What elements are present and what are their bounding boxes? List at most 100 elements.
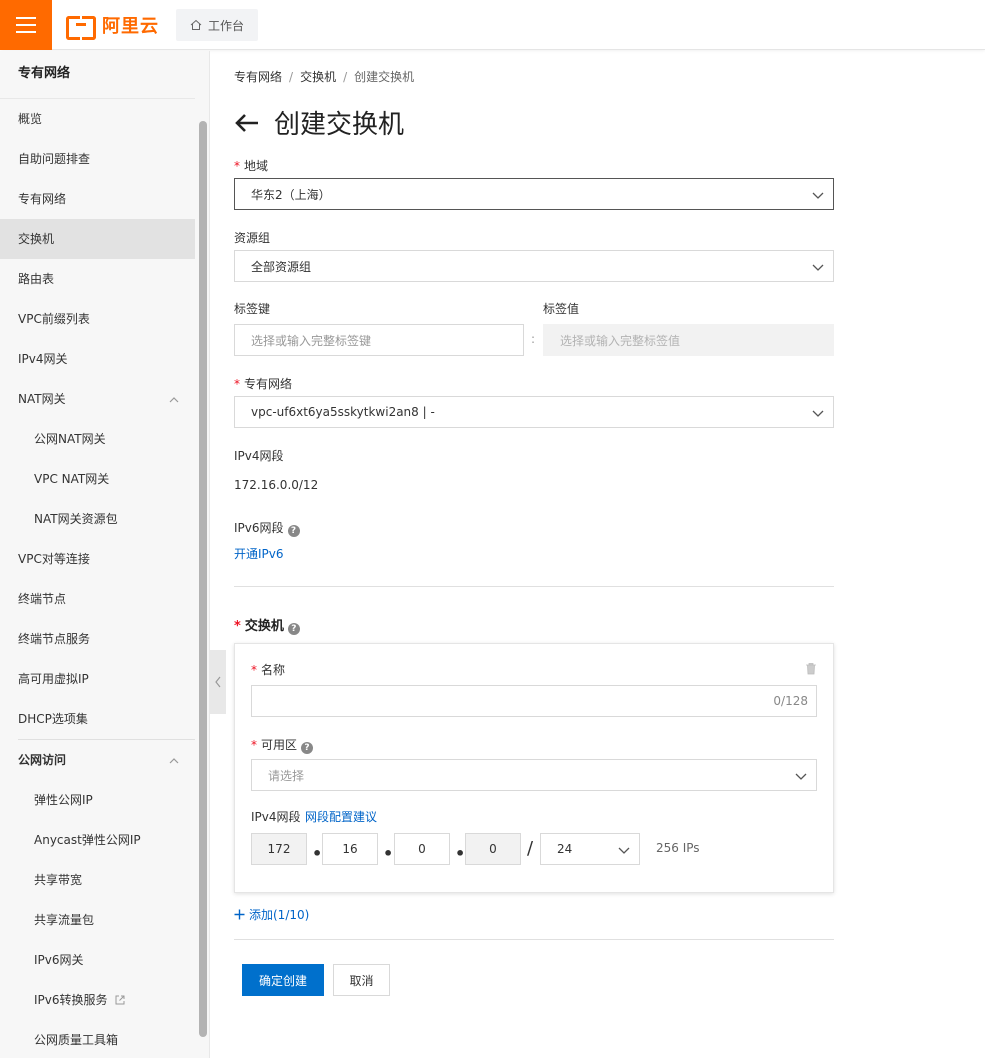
chevron-down-icon [618,847,630,854]
external-link-icon [115,995,125,1005]
workbench-label: 工作台 [207,18,244,33]
ip-octet-1: 172 [251,833,307,865]
ipv4-cidr-label: IPv4网段 [234,449,284,463]
sidebar-collapse-toggle[interactable] [210,650,226,714]
zone-select[interactable]: 请选择 [251,759,817,791]
home-icon [190,19,202,30]
vswitch-ipv4-label: IPv4网段 [251,810,301,824]
ip-octet-3-input[interactable]: 0 [394,833,450,865]
sidebar-item-nat-package[interactable]: NAT网关资源包 [0,499,195,539]
ip-count: 256 IPs [656,841,700,855]
trash-icon[interactable] [805,662,817,675]
sidebar-group-public-access[interactable]: 公网访问 [0,740,195,780]
zone-placeholder: 请选择 [268,768,305,783]
tag-key-label: 标签键 [234,302,271,316]
chevron-down-icon [812,410,824,417]
section-divider [234,586,834,587]
help-icon[interactable]: ? [287,623,300,635]
sidebar-item-ipv4-gateway[interactable]: IPv4网关 [0,339,195,379]
cidr-suggestion-link[interactable]: 网段配置建议 [305,808,377,825]
chevron-down-icon [812,192,824,199]
sidebar-item-overview[interactable]: 概览 [0,99,195,139]
sidebar-item-troubleshoot[interactable]: 自助问题排查 [0,139,195,179]
sidebar-title: 专有网络 [0,51,195,99]
sidebar-item-data-transfer-plan[interactable]: 共享流量包 [0,900,195,940]
sidebar: 专有网络 概览 自助问题排查 专有网络 交换机 路由表 VPC前缀列表 IPv4… [0,51,210,1058]
sidebar-item-public-nat[interactable]: 公网NAT网关 [0,419,195,459]
sidebar-item-vpc[interactable]: 专有网络 [0,179,195,219]
ip-dot: • [455,844,466,863]
sidebar-item-ipv6-translation[interactable]: IPv6转换服务 [0,980,195,1020]
add-vswitch-label: 添加(1/10) [249,908,310,922]
ip-octet-2-input[interactable]: 16 [322,833,378,865]
resource-group-label: 资源组 [234,231,271,245]
sidebar-item-label: IPv6转换服务 [34,993,108,1007]
sidebar-item-vswitch[interactable]: 交换机 [0,219,195,259]
ip-dot: • [383,844,394,863]
ipv4-cidr-value: 172.16.0.0/12 [234,478,319,492]
tag-key-input[interactable]: 选择或输入完整标签键 [234,324,524,356]
sidebar-item-ipv6-gateway[interactable]: IPv6网关 [0,940,195,980]
sidebar-item-vpc-nat[interactable]: VPC NAT网关 [0,459,195,499]
sidebar-item-endpoint-service[interactable]: 终端节点服务 [0,619,195,659]
breadcrumb-vswitch[interactable]: 交换机 [300,70,336,84]
enable-ipv6-link[interactable]: 开通IPv6 [234,545,284,562]
ip-dot: • [312,844,323,863]
vswitch-card: * 名称 0/128 * 可用区? 请选择 IPv4网段 网段配置建议 172 • … [234,643,834,893]
region-select[interactable]: 华东2（上海） [234,178,834,210]
confirm-create-button[interactable]: 确定创建 [242,964,324,996]
breadcrumb-current: 创建交换机 [354,70,415,84]
chevron-up-icon [169,397,179,403]
sidebar-item-prefix-list[interactable]: VPC前缀列表 [0,299,195,339]
add-vswitch-link[interactable]: 添加(1/10) [234,906,309,923]
region-label: * 地域 [234,159,269,173]
vswitch-name-label: * 名称 [251,663,286,677]
sidebar-item-shared-bandwidth[interactable]: 共享带宽 [0,860,195,900]
breadcrumb: 专有网络 / 交换机 / 创建交换机 [234,68,414,85]
help-icon[interactable]: ? [287,525,300,537]
sidebar-item-route-table[interactable]: 路由表 [0,259,195,299]
sidebar-item-label: 公网访问 [18,753,67,767]
tag-key-placeholder: 选择或输入完整标签键 [251,333,372,348]
sidebar-item-eip[interactable]: 弹性公网IP [0,780,195,820]
zone-label: * 可用区? [251,736,314,754]
sidebar-item-nat-gateway[interactable]: NAT网关 [0,379,195,419]
region-value: 华东2（上海） [251,187,331,202]
vpc-value: vpc-uf6xt6ya5sskytkwi2an8 | - [251,405,435,419]
tag-colon: : [531,332,536,346]
chevron-down-icon [812,264,824,271]
resource-group-select[interactable]: 全部资源组 [234,250,834,282]
aliyun-logo[interactable]: 阿里云 [66,13,159,40]
back-arrow-icon[interactable] [234,112,260,134]
sidebar-item-label: NAT网关 [18,392,66,406]
aliyun-logo-icon [66,16,96,40]
vswitch-name-input[interactable]: 0/128 [251,685,817,717]
sidebar-item-dhcp[interactable]: DHCP选项集 [0,699,195,739]
breadcrumb-vpc[interactable]: 专有网络 [234,70,282,84]
plus-icon [234,909,245,920]
sidebar-item-endpoint[interactable]: 终端节点 [0,579,195,619]
vswitch-section-title: * 交换机? [234,615,300,635]
sidebar-scrollbar[interactable] [199,121,207,1037]
ipv6-cidr-label: IPv6网段? [234,519,300,537]
sidebar-item-havip[interactable]: 高可用虚拟IP [0,659,195,699]
tag-value-input[interactable]: 选择或输入完整标签值 [543,324,834,356]
breadcrumb-separator: / [343,70,348,84]
chevron-down-icon [795,773,807,780]
mask-value: 24 [557,842,573,856]
vpc-select[interactable]: vpc-uf6xt6ya5sskytkwi2an8 | - [234,396,834,428]
chevron-up-icon [169,758,179,764]
logo-text: 阿里云 [102,16,159,37]
workbench-button[interactable]: 工作台 [176,9,258,41]
sidebar-item-anycast-eip[interactable]: Anycast弹性公网IP [0,820,195,860]
cancel-button[interactable]: 取消 [333,964,390,996]
top-bar: 阿里云 工作台 [0,0,985,50]
sidebar-item-network-quality[interactable]: 公网质量工具箱 [0,1020,195,1058]
mask-select[interactable]: 24 [540,833,640,865]
sidebar-item-vpc-peering[interactable]: VPC对等连接 [0,539,195,579]
help-icon[interactable]: ? [301,742,314,754]
page-title: 创建交换机 [234,104,404,141]
tag-value-placeholder: 选择或输入完整标签值 [560,333,681,348]
hamburger-menu-icon[interactable] [0,0,52,50]
ip-octet-4: 0 [465,833,521,865]
